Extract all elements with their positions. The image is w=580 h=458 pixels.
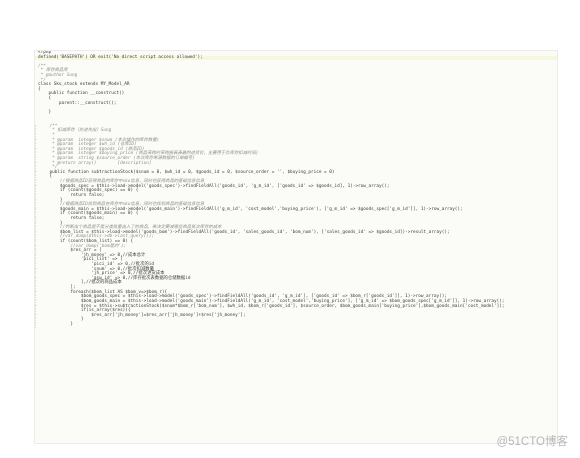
code-editor: <?php defined('BASEPATH') OR exit('No dir… (34, 50, 558, 444)
watermark: @51CTO博客 (496, 436, 568, 448)
code-line: } (35, 322, 557, 328)
code-lines: <?php defined('BASEPATH') OR exit('No dir… (35, 51, 557, 328)
